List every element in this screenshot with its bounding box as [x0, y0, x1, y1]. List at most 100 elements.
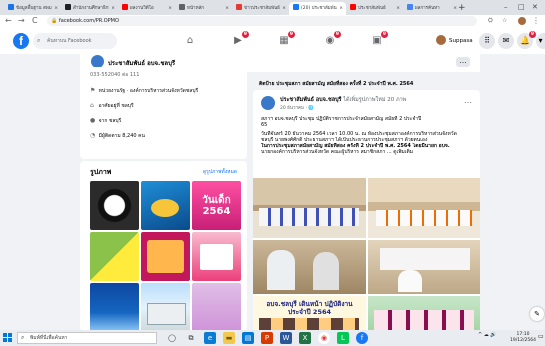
tab-title: สำนักงานศึกษาธิการ	[73, 6, 109, 11]
browser-tab[interactable]: ข่าวประชาสัมพันธ์ ×	[232, 2, 289, 15]
post-time[interactable]: 20 ธันวาคม · 🌐	[280, 104, 314, 111]
word-icon[interactable]: W	[280, 332, 292, 344]
photos-title: รูปภาพ	[90, 168, 112, 176]
facebook-taskbar-icon[interactable]: f	[356, 332, 368, 344]
browser-tab[interactable]: (20) ประชาสัมพันธ์ ×	[289, 2, 346, 15]
taskbar-search-input[interactable]: ⌕ พิมพ์ที่นี่เพื่อค้นหา	[17, 332, 157, 344]
tab-close-icon[interactable]: ×	[339, 2, 343, 15]
tab-close-icon[interactable]: ×	[111, 2, 115, 15]
post-image-3[interactable]	[253, 240, 366, 294]
home-nav-icon[interactable]: ⌂	[182, 33, 198, 49]
windows-start-icon[interactable]	[3, 333, 13, 343]
post-author-avatar[interactable]	[261, 96, 275, 110]
post-more-icon[interactable]: ⋯	[464, 98, 472, 107]
url-input[interactable]: 🔒 facebook.com/PR.OPMO	[47, 16, 477, 26]
intro-from-text: จาก ชลบุรี	[98, 118, 122, 124]
bookmark-star-icon[interactable]: ☆	[502, 16, 507, 26]
maximize-button[interactable]: □	[518, 2, 525, 12]
photo-thumb-2[interactable]	[141, 181, 190, 230]
system-tray[interactable]: ^ ☁ 🔊	[478, 332, 497, 338]
intro-category-text: หน่วยงานรัฐ · องค์การบริหารส่วนจังหวัดชล…	[98, 88, 199, 94]
flag-icon: ⚑	[90, 87, 96, 94]
compose-message-icon[interactable]: ✎	[530, 307, 544, 321]
reload-icon[interactable]: C	[32, 16, 38, 26]
photo-thumb-3[interactable]: วันเด็ก 2564	[192, 181, 241, 230]
browser-tab[interactable]: สำนักงานศึกษาธิการ×	[61, 2, 118, 15]
task-view-icon[interactable]: ◯	[166, 332, 178, 344]
watch-nav-icon[interactable]: ▶ 9	[230, 31, 249, 49]
photo-thumb-7[interactable]	[90, 283, 139, 330]
tab-close-icon[interactable]: ×	[168, 2, 172, 15]
facebook-logo[interactable]: f	[13, 33, 29, 49]
minimize-button[interactable]: –	[504, 2, 508, 12]
followers-icon: ◔	[90, 132, 96, 139]
marketplace-nav-icon[interactable]: ▦ 9	[276, 31, 295, 49]
post-image-4[interactable]	[368, 240, 480, 294]
post-image-2[interactable]	[368, 178, 480, 238]
tab-favicon-icon	[8, 4, 14, 10]
notifications-icon[interactable]: 🔔 9	[517, 31, 536, 49]
photo-thumb-6[interactable]	[192, 232, 241, 281]
taskbar-clock[interactable]: 17:10 19/12/2564	[510, 332, 536, 344]
tab-close-icon[interactable]: ×	[396, 2, 400, 15]
back-icon[interactable]: ←	[5, 16, 12, 26]
tab-close-icon[interactable]: ×	[54, 2, 58, 15]
forward-icon[interactable]: →	[18, 16, 25, 26]
intro-lives-text: อาศัยอยู่ที่ ชลบุรี	[98, 103, 134, 109]
file-explorer-icon[interactable]: ▬	[223, 332, 235, 344]
browser-tab[interactable]: ประชาสัมพันธ์ ×	[346, 2, 403, 15]
profile-chip[interactable]: Suppasa	[434, 33, 477, 49]
line-icon[interactable]: L	[337, 332, 349, 344]
edge-icon[interactable]: e	[204, 332, 216, 344]
tab-favicon-icon	[122, 4, 128, 10]
extensions-icon[interactable]: ⛭	[488, 16, 493, 26]
profile-avatar	[436, 35, 446, 45]
taskbar: ⌕ พิมพ์ที่นี่เพื่อค้นหา ◯ ⧉ e ▬ ▤ P W X …	[0, 330, 545, 346]
post-image-5-caption: อบจ.ชลบุรี เดินหน้า ปฏิบัติงานประจำปี 25…	[266, 300, 353, 316]
tab-close-icon[interactable]: ×	[225, 2, 229, 15]
browser-tab[interactable]: หน้าหลัก ×	[175, 2, 232, 15]
powerpoint-icon[interactable]: P	[261, 332, 273, 344]
browser-tab[interactable]: ข้อมูลพื้นฐาน สพม. ×	[4, 2, 61, 15]
page-more-button[interactable]: …	[456, 57, 470, 67]
account-menu-icon[interactable]: ▾	[536, 33, 545, 49]
store-icon[interactable]: ▤	[242, 332, 254, 344]
messenger-icon[interactable]: ✉	[498, 33, 514, 49]
gaming-badge: 9	[381, 31, 388, 38]
photo-thumb-8[interactable]	[141, 283, 190, 330]
post-image-5[interactable]: อบจ.ชลบุรี เดินหน้า ปฏิบัติงานประจำปี 25…	[253, 296, 366, 330]
gaming-nav-icon[interactable]: ▣ 9	[369, 31, 388, 49]
watch-badge: 9	[242, 31, 249, 38]
post-image-6[interactable]	[368, 296, 480, 330]
tab-close-icon[interactable]: ×	[453, 2, 457, 15]
menu-grid-icon[interactable]: ⠿	[479, 33, 495, 49]
browser-menu-icon[interactable]: ⋮	[532, 16, 540, 26]
facebook-search-input[interactable]: ⌕ ค้นหาบน Facebook	[33, 33, 117, 49]
location-icon: ⌂	[90, 102, 94, 109]
task-switch-icon[interactable]: ⧉	[185, 332, 197, 344]
tab-close-icon[interactable]: ×	[282, 2, 286, 15]
photo-thumb-9[interactable]	[192, 283, 241, 330]
post-author[interactable]: ประชาสัมพันธ์ อบจ.ชลบุรี ได้เพิ่มรูปภาพใ…	[280, 96, 406, 104]
photo-thumb-1[interactable]	[90, 181, 139, 230]
post-image-1[interactable]	[253, 178, 366, 238]
tab-favicon-icon	[407, 4, 413, 10]
intro-row-category: ⚑ หน่วยงานรัฐ · องค์การบริหารส่วนจังหวัด…	[90, 87, 198, 95]
new-tab-button[interactable]: +	[458, 2, 466, 14]
close-window-button[interactable]: ✕	[532, 2, 538, 12]
browser-profile-avatar[interactable]	[518, 17, 526, 25]
tab-title: ผลการค้นหา	[415, 6, 440, 11]
chrome-icon[interactable]: ◉	[318, 332, 330, 344]
browser-tab[interactable]: ผลการค้นหา ×	[403, 2, 460, 15]
see-all-photos-link[interactable]: ดูรูปภาพทั้งหมด	[203, 168, 237, 176]
notifications-badge: 9	[529, 31, 536, 38]
tab-favicon-icon	[350, 4, 356, 10]
photo-thumb-5[interactable]	[141, 232, 190, 281]
notification-center-icon[interactable]: ▭	[538, 333, 544, 343]
photo-thumb-4[interactable]	[90, 232, 139, 281]
browser-tab[interactable]: ผลงานวิดีโอ ×	[118, 2, 175, 15]
groups-nav-icon[interactable]: ◉ 9	[322, 31, 341, 49]
post-card: ประชาสัมพันธ์ อบจ.ชลบุรี ได้เพิ่มรูปภาพใ…	[253, 90, 480, 330]
excel-icon[interactable]: X	[299, 332, 311, 344]
tab-title: หน้าหลัก	[187, 6, 205, 11]
